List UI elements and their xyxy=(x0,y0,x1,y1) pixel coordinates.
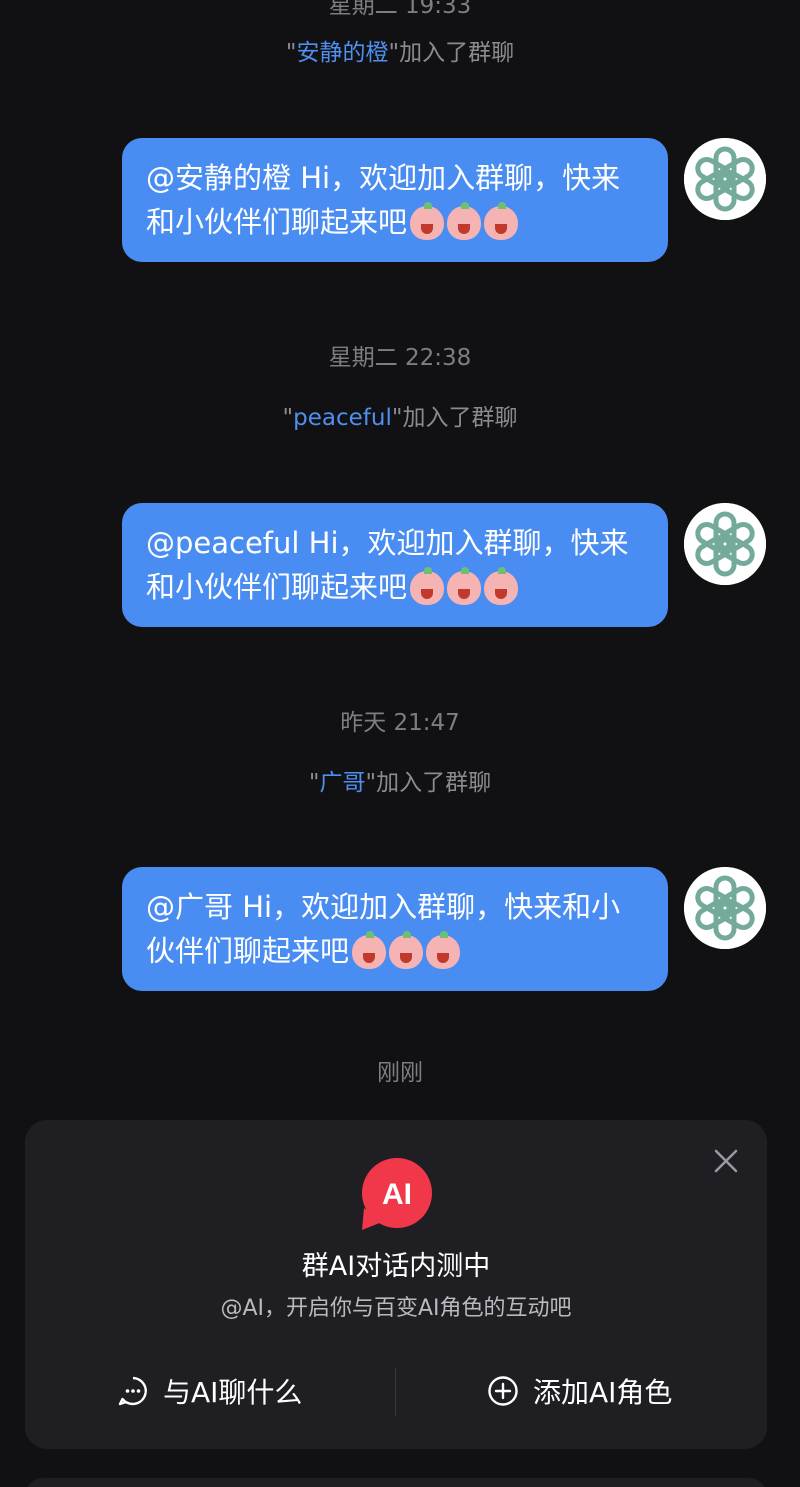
chat-with-ai-button[interactable]: 与AI聊什么 xyxy=(117,1367,302,1415)
openai-logo-icon xyxy=(684,138,766,220)
join-suffix: 加入了群聊 xyxy=(402,405,518,431)
join-username[interactable]: 安静的橙 xyxy=(297,40,389,66)
emoji-group xyxy=(349,929,461,973)
timestamp: 昨天 21:47 xyxy=(340,710,460,736)
chat-with-ai-label: 与AI聊什么 xyxy=(163,1376,303,1409)
add-ai-role-button[interactable]: 添加AI角色 xyxy=(487,1367,672,1415)
emoji-group xyxy=(407,565,519,609)
join-username[interactable]: 广哥 xyxy=(320,770,366,796)
message-bubble[interactable]: @安静的橙 Hi，欢迎加入群聊，快来和小伙伴们聊起来吧 xyxy=(122,138,668,262)
openai-logo-icon xyxy=(684,503,766,585)
svg-text:AI: AI xyxy=(382,1178,412,1211)
message-text: @peaceful Hi，欢迎加入群聊，快来和小伙伴们聊起来吧 xyxy=(146,526,629,604)
join-notice: "广哥"加入了群聊 xyxy=(308,770,492,796)
chat-screen: 星期二 19:33 "安静的橙"加入了群聊 @安静的橙 Hi，欢迎加入群聊，快来… xyxy=(0,0,800,1487)
message-text: @安静的橙 Hi，欢迎加入群聊，快来和小伙伴们聊起来吧 xyxy=(146,161,621,239)
bot-avatar[interactable] xyxy=(684,867,766,949)
join-suffix: 加入了群聊 xyxy=(399,40,515,66)
ai-card-title: 群AI对话内测中 xyxy=(301,1251,491,1282)
add-ai-role-label: 添加AI角色 xyxy=(533,1376,673,1409)
join-notice: "安静的橙"加入了群聊 xyxy=(285,40,515,66)
ai-promo-card: AI 群AI对话内测中 @AI，开启你与百变AI角色的互动吧 与AI聊什么 添加… xyxy=(25,1120,767,1449)
pig-emoji-icon xyxy=(389,931,424,969)
chat-bubble-icon xyxy=(118,1376,147,1406)
input-bar-edge xyxy=(25,1478,767,1487)
close-icon[interactable] xyxy=(711,1146,741,1176)
timestamp-partial: 星期二 19:33 xyxy=(328,0,472,19)
ai-logo-icon: AI xyxy=(362,1158,432,1230)
timestamp: 星期二 22:38 xyxy=(328,345,472,371)
action-divider xyxy=(395,1368,396,1416)
pig-emoji-icon xyxy=(484,567,519,605)
pig-emoji-icon xyxy=(484,202,519,240)
pig-emoji-icon xyxy=(352,931,387,969)
pig-emoji-icon xyxy=(410,202,445,240)
join-username[interactable]: peaceful xyxy=(293,405,392,431)
plus-circle-icon xyxy=(488,1376,518,1406)
bot-avatar[interactable] xyxy=(684,138,766,220)
bot-avatar[interactable] xyxy=(684,503,766,585)
ai-card-subtitle: @AI，开启你与百变AI角色的互动吧 xyxy=(220,1296,572,1321)
pig-emoji-icon xyxy=(447,202,482,240)
message-bubble[interactable]: @peaceful Hi，欢迎加入群聊，快来和小伙伴们聊起来吧 xyxy=(122,503,668,627)
join-suffix: 加入了群聊 xyxy=(376,770,492,796)
join-notice: "peaceful"加入了群聊 xyxy=(282,405,518,431)
pig-emoji-icon xyxy=(426,931,461,969)
pig-emoji-icon xyxy=(447,567,482,605)
timestamp: 刚刚 xyxy=(377,1060,423,1086)
emoji-group xyxy=(407,200,519,244)
openai-logo-icon xyxy=(684,867,766,949)
message-bubble[interactable]: @广哥 Hi，欢迎加入群聊，快来和小伙伴们聊起来吧 xyxy=(122,867,668,991)
pig-emoji-icon xyxy=(410,567,445,605)
